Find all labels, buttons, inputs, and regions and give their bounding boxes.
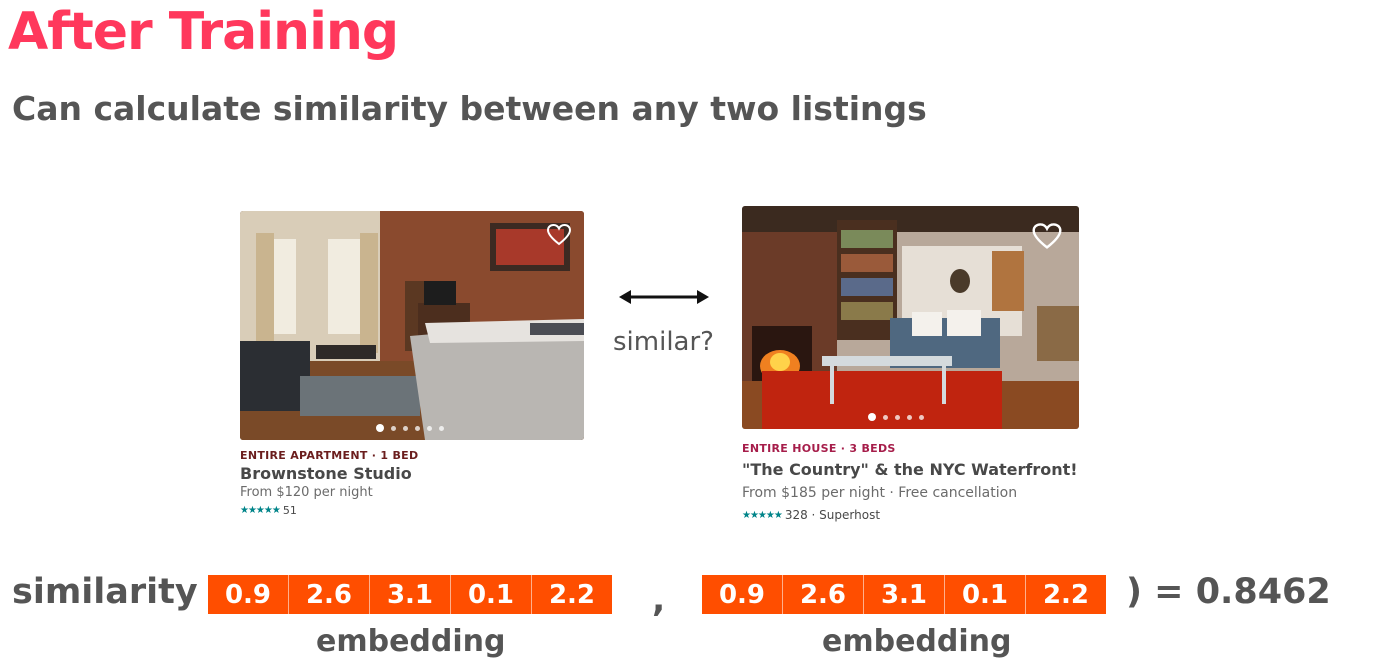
embedding-value: 0.9 — [208, 575, 289, 614]
listing-photo-right[interactable] — [742, 206, 1079, 429]
pagination-dot[interactable] — [439, 425, 444, 431]
embedding-vector-a: 0.9 2.6 3.1 0.1 2.2 — [208, 575, 612, 614]
slide-subtitle: Can calculate similarity between any two… — [12, 89, 927, 128]
listing-type: ENTIRE APARTMENT · 1 BED — [240, 449, 419, 462]
pagination-dot[interactable] — [403, 425, 408, 431]
embedding-value: 0.1 — [945, 575, 1026, 614]
embedding-value: 3.1 — [864, 575, 945, 614]
pagination-dot[interactable] — [919, 414, 924, 420]
heart-icon[interactable] — [546, 223, 572, 247]
listing-name[interactable]: "The Country" & the NYC Waterfront! — [742, 460, 1078, 479]
embedding-value: 2.2 — [548, 579, 596, 610]
similarity-result: ) = 0.8462 — [1126, 572, 1331, 612]
listing-type: ENTIRE HOUSE · 3 BEDS — [742, 442, 896, 455]
listing-name[interactable]: Brownstone Studio — [240, 464, 412, 483]
review-count: 328 · Superhost — [784, 508, 881, 522]
pagination-dot[interactable] — [907, 414, 912, 420]
star-rating-icon: ★★★★★ — [742, 509, 783, 521]
listing-rating: ★★★★★ 328 · Superhost — [742, 508, 880, 522]
listing-price: From $120 per night — [240, 485, 373, 500]
comma-separator: , — [652, 580, 666, 620]
embedding-value: 0.9 — [702, 575, 783, 614]
embedding-value: 3.1 — [370, 575, 451, 614]
embedding-vector-b: 0.9 2.6 3.1 0.1 2.2 — [702, 575, 1106, 614]
embedding-value: 2.6 — [783, 575, 864, 614]
embedding-value: 2.2 — [1042, 579, 1090, 610]
pagination-dot[interactable] — [391, 425, 396, 431]
heart-icon[interactable] — [1031, 222, 1063, 251]
embedding-label-a: embedding — [316, 624, 506, 659]
pagination-dot[interactable] — [883, 414, 888, 420]
listing-price: From $185 per night · Free cancellation — [742, 485, 1018, 501]
pagination-dot[interactable] — [415, 425, 420, 431]
embedding-value: 0.1 — [451, 575, 532, 614]
listing-rating: ★★★★★ 51 — [240, 504, 297, 517]
embedding-label-b: embedding — [822, 624, 1012, 659]
living-room-photo — [742, 206, 1079, 429]
photo-pagination-dots[interactable] — [376, 424, 444, 432]
embedding-value: 2.6 — [289, 575, 370, 614]
star-rating-icon: ★★★★★ — [240, 505, 281, 516]
pagination-dot[interactable] — [895, 414, 900, 420]
listing-photo-left[interactable] — [240, 211, 584, 440]
similarity-prefix: similarity ( — [12, 572, 226, 612]
pagination-dot[interactable] — [868, 413, 876, 421]
pagination-dot[interactable] — [427, 425, 432, 431]
review-count: 51 — [282, 504, 297, 517]
bedroom-photo — [240, 211, 584, 440]
pagination-dot[interactable] — [376, 424, 384, 432]
double-arrow-icon — [619, 290, 709, 304]
similar-question-label: similar? — [613, 327, 714, 357]
slide-title: After Training — [8, 2, 399, 62]
photo-pagination-dots[interactable] — [868, 413, 924, 421]
